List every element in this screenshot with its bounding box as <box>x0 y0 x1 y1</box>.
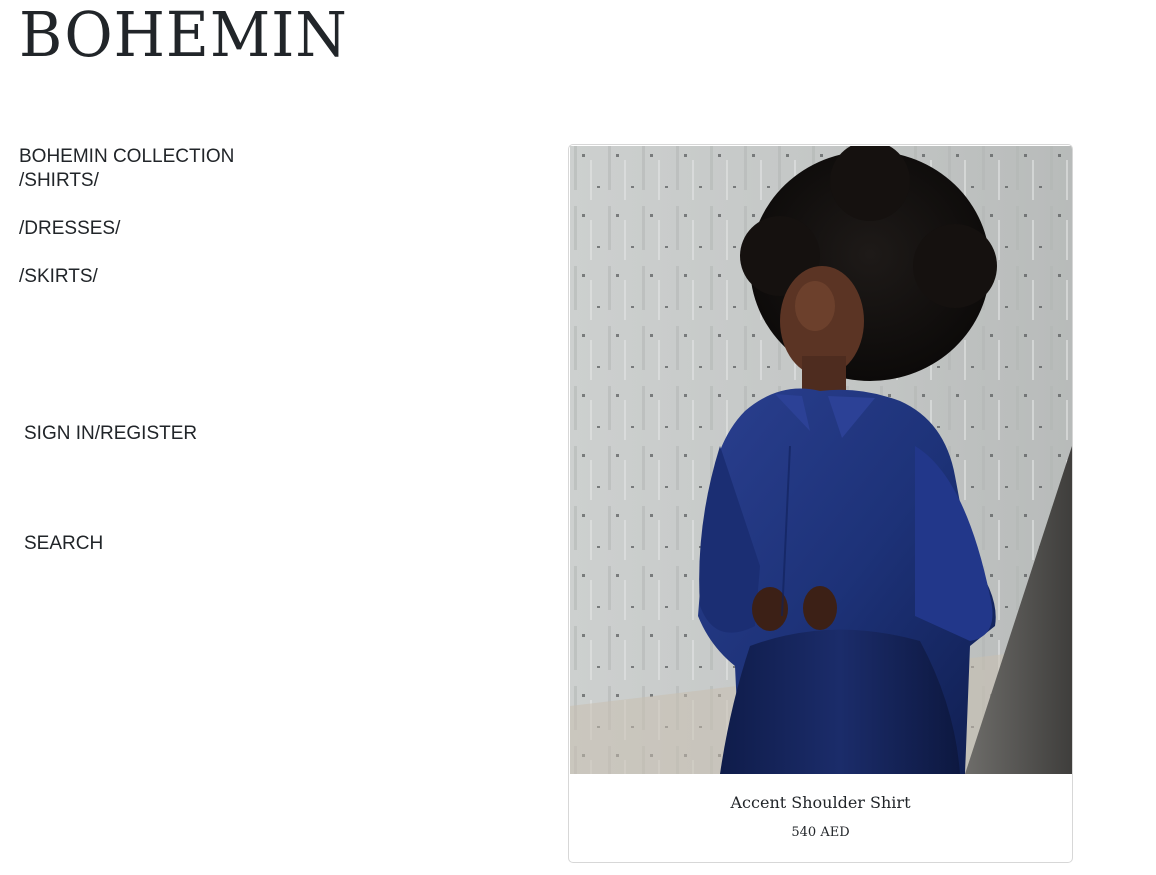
collection-nav: BOHEMIN COLLECTION /SHIRTS/ /DRESSES/ /S… <box>19 146 234 314</box>
nav-link-shirts[interactable]: /SHIRTS/ <box>19 170 234 194</box>
product-name[interactable]: Accent Shoulder Shirt <box>569 793 1072 812</box>
sign-in-register-link[interactable]: SIGN IN/REGISTER <box>24 423 197 445</box>
search-link[interactable]: SEARCH <box>24 533 103 555</box>
collection-title: BOHEMIN COLLECTION <box>19 146 235 167</box>
product-price: 540 AED <box>791 825 850 840</box>
nav-link-dresses[interactable]: /DRESSES/ <box>19 218 234 242</box>
product-image[interactable] <box>570 146 1072 774</box>
product-card[interactable]: Accent Shoulder Shirt 540 AED <box>568 144 1073 863</box>
nav-link-skirts[interactable]: /SKIRTS/ <box>19 266 234 290</box>
brand-logo[interactable]: BOHEMIN <box>19 4 348 66</box>
